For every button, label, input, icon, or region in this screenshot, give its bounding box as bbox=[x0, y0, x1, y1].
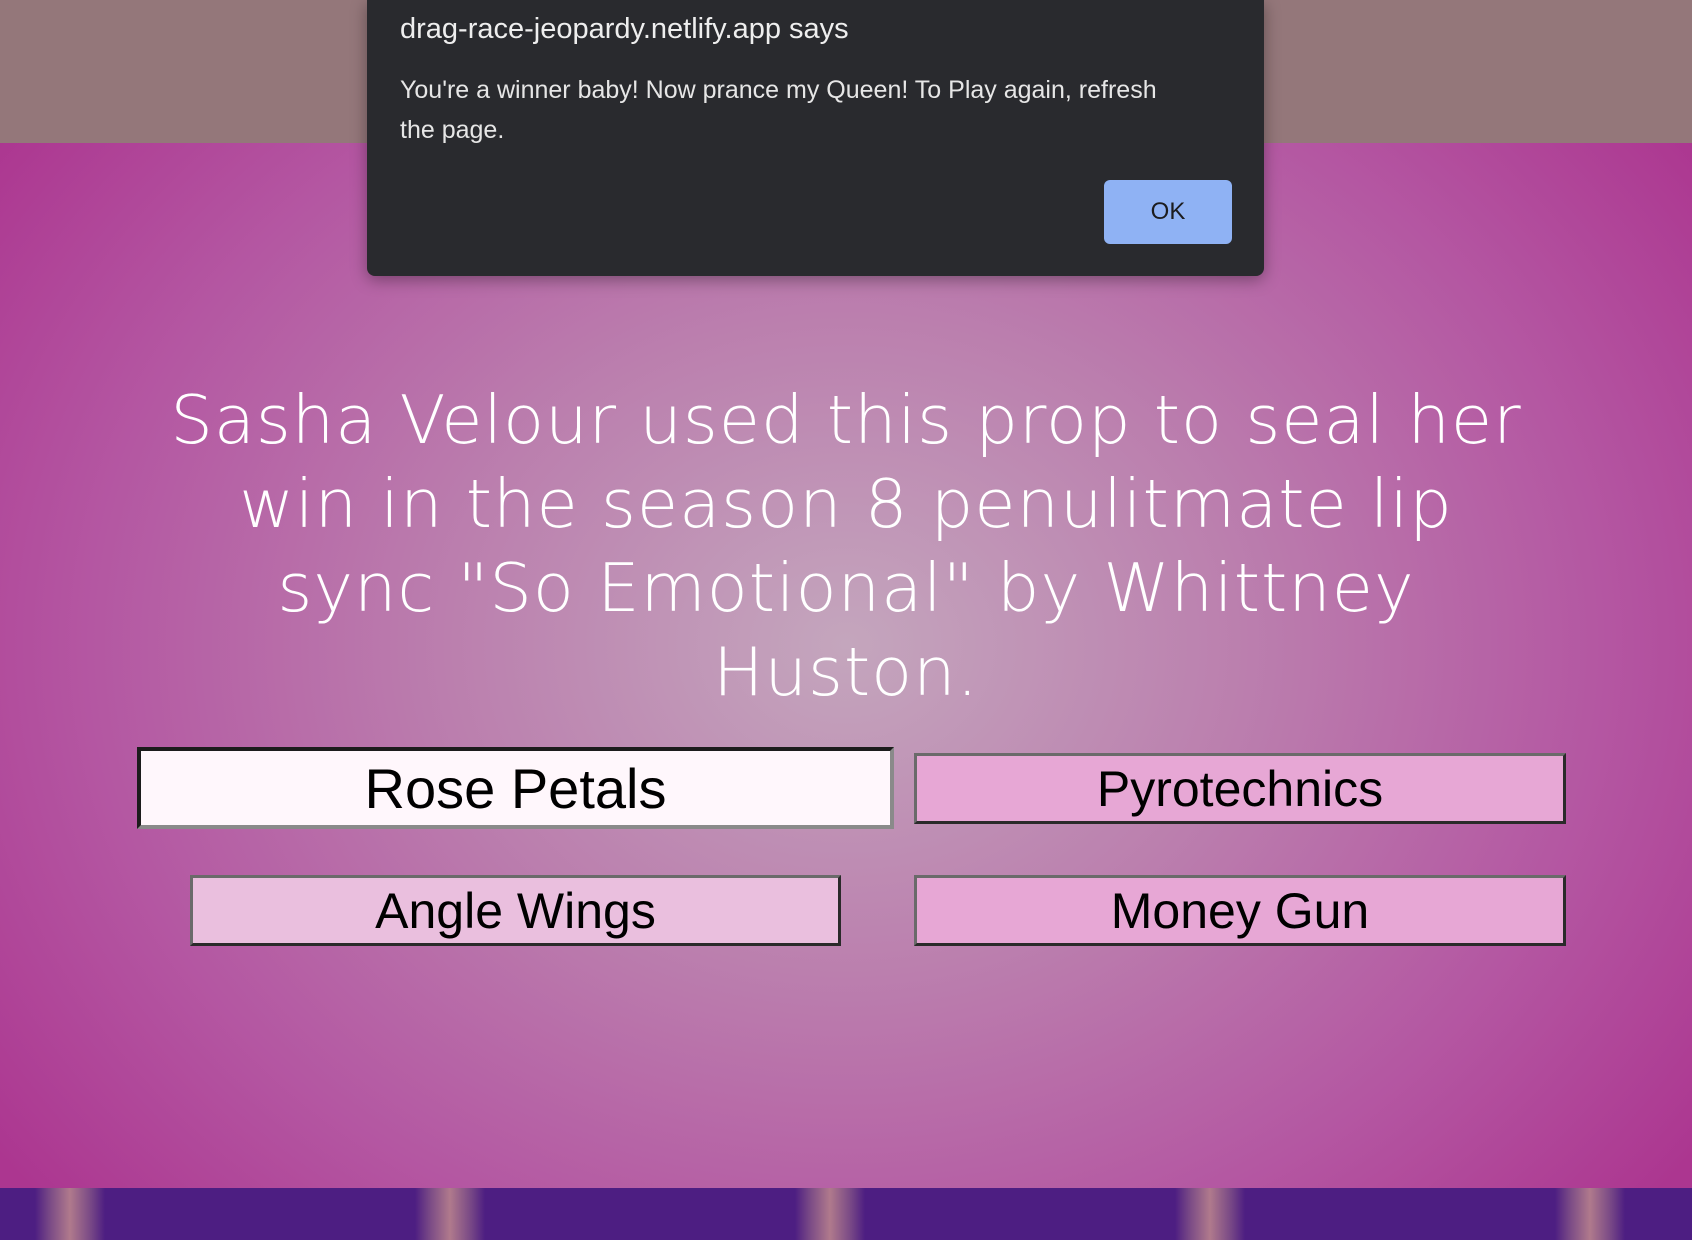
footer-decoration bbox=[0, 1188, 1692, 1240]
answer-button-angle-wings[interactable]: Angle Wings bbox=[190, 875, 841, 946]
question-text: Sasha Velour used this prop to seal her … bbox=[170, 381, 1522, 711]
dialog-origin-title: drag-race-jeopardy.netlify.app says bbox=[400, 13, 849, 45]
answer-button-pyrotechnics[interactable]: Pyrotechnics bbox=[914, 753, 1566, 824]
answer-button-money-gun[interactable]: Money Gun bbox=[914, 875, 1566, 946]
dialog-message: You're a winner baby! Now prance my Quee… bbox=[400, 76, 1157, 144]
alert-dialog: drag-race-jeopardy.netlify.app says You'… bbox=[367, 0, 1264, 276]
ok-button[interactable]: OK bbox=[1104, 180, 1232, 244]
answer-button-rose-petals[interactable]: Rose Petals bbox=[137, 747, 894, 829]
game-page: drag-race-jeopardy.netlify.app says You'… bbox=[0, 0, 1692, 1240]
